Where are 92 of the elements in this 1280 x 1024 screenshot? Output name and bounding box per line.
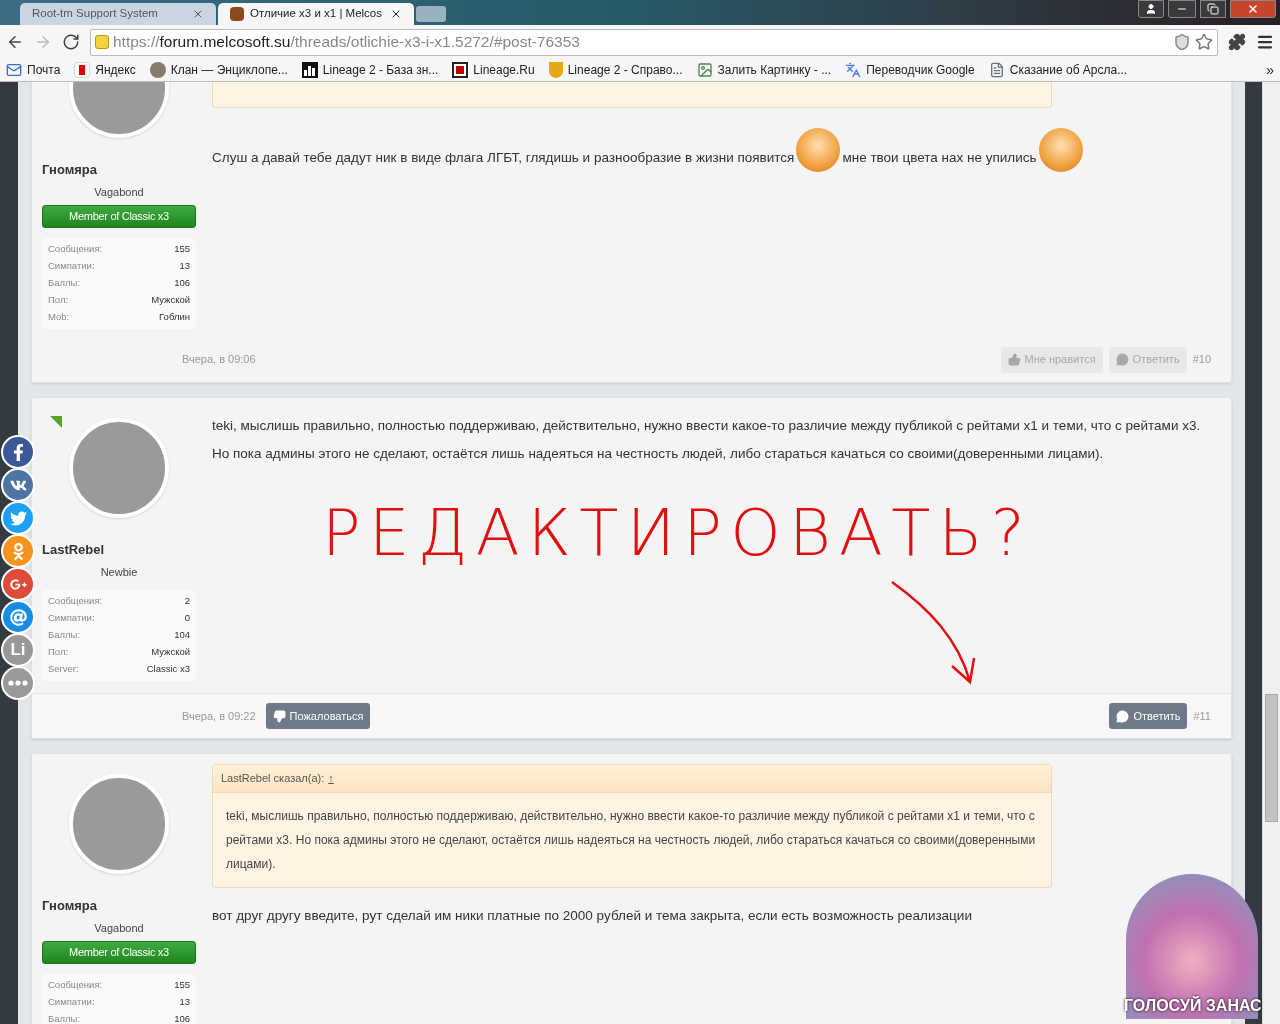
stat-value: Гоблин	[159, 310, 190, 325]
extension-icon[interactable]	[1228, 33, 1246, 51]
post-text: вот друг другу введите, рут сделай им ники платные по 2000 рублей и тема закрыта, если есть возможность реализации	[212, 908, 972, 923]
user-title: Vagabond	[93, 184, 145, 200]
tab-title: Отличие x3 и x1 | Melcos	[250, 6, 383, 22]
address-bar[interactable]: https://forum.melcosoft.su/threads/otlichie-x3-i-x1.5272/#post-76353	[90, 28, 1218, 56]
stat-value: Мужской	[151, 645, 190, 660]
stat-value: 0	[184, 611, 190, 626]
bookmark-item[interactable]: Сказание об Арсла...	[988, 61, 1128, 79]
quote-author: LastRebel сказал(а):	[221, 771, 325, 787]
stat-value: 155	[174, 242, 190, 257]
bookmark-item[interactable]: Lineage 2 - База зн...	[301, 61, 439, 79]
url-text: https://forum.melcosoft.su/threads/otlichie-x3-i-x1.5272/#post-76353	[113, 32, 580, 53]
scrollbar[interactable]	[1262, 82, 1280, 1024]
bookmark-item[interactable]: Lineage 2 - Справо...	[548, 61, 683, 79]
stat-label: Баллы:	[48, 628, 81, 643]
bookmark-item[interactable]: Клан — Энциклопе...	[149, 61, 288, 79]
user-title: Newbie	[99, 564, 139, 580]
picture-icon	[696, 62, 713, 78]
stat-value: 13	[179, 259, 190, 274]
tab-title: Root-tm Support System	[32, 6, 159, 22]
post-text: мне твои цвета нах не упились	[842, 150, 1037, 165]
bookmark-item[interactable]: Яндекс	[74, 61, 136, 79]
scrollbar-thumb[interactable]	[1265, 694, 1278, 822]
close-icon[interactable]	[390, 8, 402, 20]
stat-value: 13	[179, 995, 190, 1010]
stat-value: 155	[174, 978, 190, 993]
stat-label: Server:	[48, 662, 79, 677]
stat-value: 104	[174, 628, 190, 643]
stat-label: Баллы:	[48, 276, 81, 291]
bookmark-item[interactable]: Переводчик Google	[845, 61, 975, 79]
stat-label: Симпатии:	[48, 995, 95, 1010]
person-icon	[1145, 3, 1157, 15]
browser-tab[interactable]: Отличие x3 и x1 | Melcos	[218, 3, 414, 25]
site-favicon-icon	[230, 7, 244, 21]
lock-icon	[95, 35, 109, 49]
handwritten-text: РЕДАКТИРОВАТЬ?	[322, 495, 1034, 572]
stat-value: 106	[174, 1012, 190, 1024]
quote-link[interactable]: ↑	[328, 770, 334, 787]
post-text: Слуш а давай тебе дадут ник в виде флага ЛГБТ, глядишь и разнообразие в жизни появится	[212, 150, 795, 165]
user-title: Vagabond	[93, 920, 145, 936]
bookmark-item[interactable]: Залить Картинку - ...	[696, 61, 832, 79]
reload-icon[interactable]	[62, 33, 80, 51]
translate-icon	[845, 62, 862, 78]
bookmark-item[interactable]: Почта	[6, 61, 61, 79]
author-name[interactable]: Гномяра	[42, 160, 196, 180]
browser-tab[interactable]: Root-tm Support System	[20, 3, 216, 25]
thumbs-down-icon	[272, 709, 286, 723]
stat-label: Баллы:	[48, 1012, 81, 1024]
speech-bubble-icon	[1116, 709, 1130, 723]
member-banner: Member of Classic x3	[42, 941, 196, 964]
speech-bubble-icon	[1115, 353, 1129, 366]
member-banner: Member of Classic x3	[42, 205, 196, 228]
stat-label: Сообщения:	[48, 978, 103, 993]
bars-icon	[301, 62, 318, 78]
reply-button[interactable]: Ответить	[1109, 703, 1188, 729]
page-icon	[988, 62, 1005, 78]
square-logo-icon	[452, 62, 469, 78]
stat-value: 106	[174, 276, 190, 291]
minimize-button[interactable]	[1168, 0, 1196, 18]
stat-label: Пол:	[48, 293, 69, 308]
stat-value: 2	[184, 594, 190, 609]
maximize-button[interactable]	[1200, 0, 1226, 18]
report-button[interactable]: Пожаловаться	[265, 703, 371, 729]
smiley-picture	[1038, 128, 1083, 172]
stat-label: Mob:	[48, 310, 70, 325]
stat-value: Мужской	[151, 293, 190, 308]
bookmark-item[interactable]: Lineage.Ru	[452, 61, 535, 79]
star-icon[interactable]	[1195, 33, 1213, 51]
profile-button[interactable]	[1138, 0, 1164, 18]
stat-value: Classic x3	[146, 662, 190, 677]
yandex-icon	[74, 62, 91, 78]
post-text: teki, мыслишь правильно, полностью поддерживаю, действительно, нужно ввести какое-то различие между публикой с рейтами x1 и теми, что с рейтами x3. Но пока админы этого не сделают, остаётся лишь надеяться на честность людей, либо стараться качаться со своими(доверенными лицами).	[212, 418, 1201, 461]
author-name[interactable]: LastRebel	[42, 540, 196, 560]
smiley-picture	[796, 128, 841, 172]
thumbs-up-icon	[1007, 353, 1021, 366]
stat-label: Пол:	[48, 645, 69, 660]
back-icon[interactable]	[6, 33, 24, 51]
shield-icon[interactable]	[1173, 33, 1191, 51]
quote-text: teki, мыслишь правильно, полностью поддерживаю, действительно, нужно ввести какое-то различие между публикой с рейтами x1 и теми, что с рейтами x3. Но пока админы этого не сделают, остаётся лишь надеяться на честность людей, либо стараться качаться со своими(доверенными лицами).	[225, 808, 1037, 873]
stat-label: Симпатии:	[48, 611, 95, 626]
restore-icon	[1207, 3, 1219, 15]
shield-badge-icon	[548, 62, 563, 78]
emblem-icon	[149, 62, 166, 78]
menu-icon[interactable]	[1256, 33, 1274, 51]
stat-label: Сообщения:	[48, 594, 103, 609]
author-name[interactable]: Гномяра	[42, 896, 196, 916]
stat-label: Сообщения:	[48, 242, 103, 257]
more-bookmarks[interactable]: »	[1266, 59, 1274, 81]
stat-label: Симпатии:	[48, 259, 95, 274]
envelope-icon	[6, 62, 22, 78]
close-icon	[1247, 3, 1259, 15]
